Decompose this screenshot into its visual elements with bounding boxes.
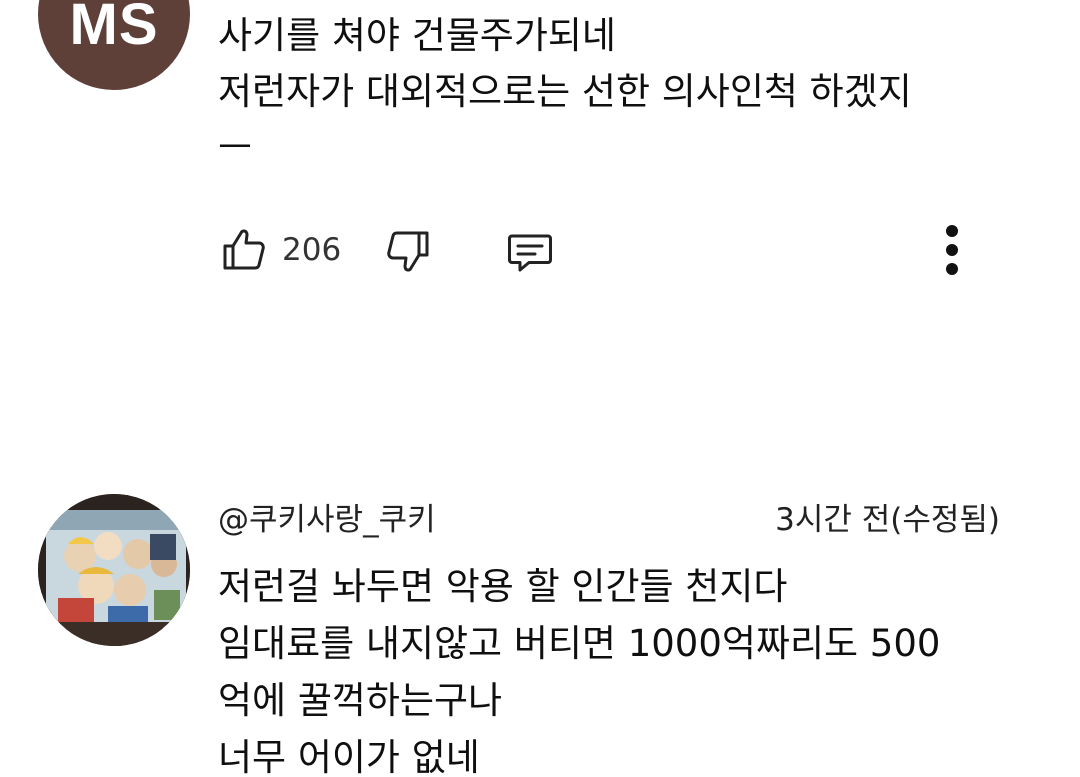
comments-section: MS 사기를 쳐야 건물주가되네 저런자가 대외적으로는 선한 의사인척 하겠지…	[0, 0, 1080, 777]
comment-actions: 206	[218, 222, 1018, 278]
avatar-image	[38, 494, 190, 646]
comment-reply-icon[interactable]	[505, 227, 555, 277]
comment-text: 사기를 쳐야 건물주가되네 저런자가 대외적으로는 선한 의사인척 하겠지 ㅡ	[218, 8, 1048, 176]
comment-line: 임대료를 내지않고 버티면 1000억짜리도 500	[218, 622, 941, 665]
comment-text: 저런걸 놔두면 악용 할 인간들 천지다 임대료를 내지않고 버티면 1000억…	[218, 558, 1048, 777]
comment-line: 사기를 쳐야 건물주가되네	[218, 14, 616, 57]
like-count: 206	[282, 232, 342, 268]
avatar[interactable]	[38, 494, 190, 646]
thumbs-up-icon[interactable]	[220, 225, 268, 273]
more-vertical-icon[interactable]	[934, 222, 970, 278]
timestamp: 3시간 전(수정됨)	[775, 502, 1000, 538]
comment-header: @쿠키사랑_쿠키 3시간 전(수정됨)	[218, 498, 1008, 542]
comment-line: ㅡ	[218, 126, 253, 169]
author-handle[interactable]: @쿠키사랑_쿠키	[218, 498, 436, 542]
comment-line: 저런자가 대외적으로는 선한 의사인척 하겠지	[218, 70, 912, 113]
avatar-initials: MS	[69, 0, 159, 57]
thumbs-down-icon[interactable]	[384, 228, 432, 276]
comment-line: 저런걸 놔두면 악용 할 인간들 천지다	[218, 565, 788, 608]
comment-line: 너무 어이가 없네	[218, 736, 480, 777]
comment-line: 억에 꿀꺽하는구나	[218, 679, 503, 722]
avatar[interactable]: MS	[38, 0, 190, 90]
